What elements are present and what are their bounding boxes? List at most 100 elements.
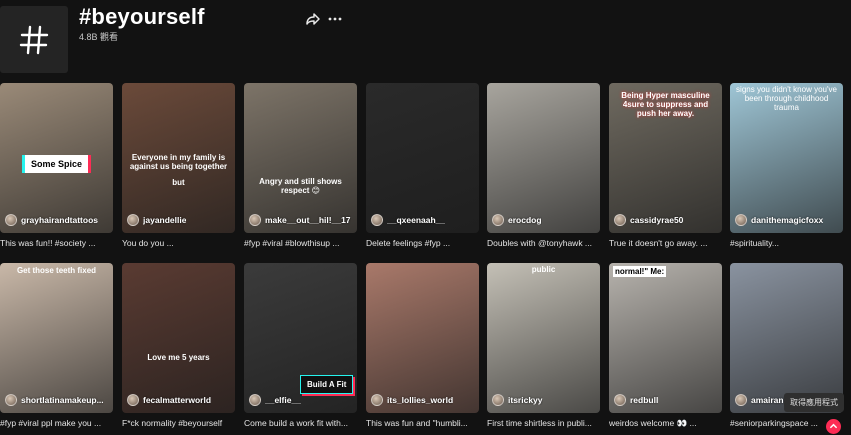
view-count: 4.8B 觀看 <box>79 32 119 42</box>
author-username: shortlatinamakeup... <box>21 395 104 405</box>
author-username: danithemagicfoxx <box>751 215 824 225</box>
avatar <box>5 214 17 226</box>
video-card[interactable]: erocdog Doubles with @tonyhawk ... <box>487 83 600 248</box>
author-username: __elfie__ <box>265 395 301 405</box>
thumbnail-image <box>366 263 479 413</box>
video-caption[interactable]: #fyp #viral ppl make you ... <box>0 418 113 428</box>
video-card[interactable]: Love me 5 years fecalmatterworld F*ck norm… <box>122 263 235 428</box>
video-overlay-text: normal!" Me: <box>613 266 667 278</box>
avatar <box>249 394 261 406</box>
share-arrow-icon[interactable] <box>304 10 322 28</box>
video-overlay-text: Some Spice <box>22 155 92 173</box>
avatar <box>735 394 747 406</box>
video-overlay-text: Love me 5 years <box>147 353 210 362</box>
author-username: fecalmatterworld <box>143 395 212 405</box>
video-thumbnail[interactable]: __qxeenaah__ <box>366 83 479 233</box>
video-caption[interactable]: #fyp #viral #blowthisup ... <box>244 238 357 248</box>
video-overlay-text: Build A Fit <box>300 375 354 394</box>
video-thumbnail[interactable]: normal!" Me: redbull <box>609 263 722 413</box>
video-overlay-text: Everyone in my family is against us bein… <box>129 153 228 172</box>
video-author[interactable]: shortlatinamakeup... <box>5 394 108 406</box>
video-thumbnail[interactable]: amairani <box>730 263 843 413</box>
video-thumbnail[interactable]: Being Hyper masculine 4sure to suppress … <box>609 83 722 233</box>
video-caption[interactable]: Come build a work fit with... <box>244 418 357 428</box>
avatar <box>371 214 383 226</box>
ellipsis-icon[interactable] <box>326 10 344 28</box>
video-author[interactable]: make__out__hil!__17 <box>249 214 352 226</box>
author-username: itsrickyy <box>508 395 543 405</box>
video-card[interactable]: Everyone in my family is against us bein… <box>122 83 235 248</box>
video-author[interactable]: danithemagicfoxx <box>735 214 838 226</box>
video-card[interactable]: its_lollies_world This was fun and "humbl… <box>366 263 479 428</box>
video-card[interactable]: signs you didn't know you've been throug… <box>730 83 843 248</box>
video-author[interactable]: fecalmatterworld <box>127 394 230 406</box>
video-card[interactable]: Build A Fit __elfie__ Come build a work fi… <box>244 263 357 428</box>
thumbnail-image <box>487 263 600 413</box>
author-username: make__out__hil!__17 <box>265 215 351 225</box>
avatar <box>127 214 139 226</box>
video-author[interactable]: erocdog <box>492 214 595 226</box>
video-card[interactable]: Angry and still shows respect 😊 make__out… <box>244 83 357 248</box>
author-username: amairani <box>751 395 786 405</box>
author-username: its_lollies_world <box>387 395 454 405</box>
video-author[interactable]: itsrickyy <box>492 394 595 406</box>
video-card[interactable]: public itsrickyy First time shirtless in p… <box>487 263 600 428</box>
author-username: redbull <box>630 395 659 405</box>
author-username: erocdog <box>508 215 542 225</box>
video-caption[interactable]: First time shirtless in publi... <box>487 418 600 428</box>
video-caption[interactable]: True it doesn't go away. ... <box>609 238 722 248</box>
video-card[interactable]: __qxeenaah__ Delete feelings #fyp ... <box>366 83 479 248</box>
video-thumbnail[interactable]: erocdog <box>487 83 600 233</box>
video-thumbnail[interactable]: public itsrickyy <box>487 263 600 413</box>
video-author[interactable]: cassidyrae50 <box>614 214 717 226</box>
video-card[interactable]: normal!" Me: redbull weirdos welcome 👀 ... <box>609 263 722 429</box>
video-author[interactable]: __elfie__ <box>249 394 352 406</box>
video-author[interactable]: jayandellie <box>127 214 230 226</box>
page-title: #beyourself <box>79 4 205 29</box>
scroll-top-button[interactable] <box>826 419 841 434</box>
hashtag-header: #beyourself 4.8B 觀看 <box>0 0 851 80</box>
video-caption[interactable]: F*ck normality #beyourself <box>122 418 235 428</box>
avatar <box>735 214 747 226</box>
avatar <box>127 394 139 406</box>
avatar <box>614 214 626 226</box>
video-overlay-text: Being Hyper masculine 4sure to suppress … <box>621 91 710 119</box>
video-thumbnail[interactable]: Love me 5 years fecalmatterworld <box>122 263 235 413</box>
video-card[interactable]: Get those teeth fixed shortlatinamakeup..… <box>0 263 113 428</box>
video-caption[interactable]: weirdos welcome 👀 ... <box>609 418 722 429</box>
thumbnail-image <box>122 263 235 413</box>
avatar <box>614 394 626 406</box>
avatar <box>492 214 504 226</box>
video-author[interactable]: grayhairandtattoos <box>5 214 108 226</box>
video-thumbnail[interactable]: Some Spice grayhairandtattoos <box>0 83 113 233</box>
video-caption[interactable]: Doubles with @tonyhawk ... <box>487 238 600 248</box>
author-username: __qxeenaah__ <box>387 215 446 225</box>
video-overlay-text: Angry and still shows respect 😊 <box>259 177 342 196</box>
thumbnail-image <box>0 263 113 413</box>
video-caption[interactable]: This was fun!! #society ... <box>0 238 113 248</box>
video-author[interactable]: __qxeenaah__ <box>371 214 474 226</box>
author-username: jayandellie <box>143 215 187 225</box>
video-author[interactable]: its_lollies_world <box>371 394 474 406</box>
video-card[interactable]: Some Spice grayhairandtattoos This was fun… <box>0 83 113 248</box>
get-app-button[interactable]: 取得應用程式 <box>784 393 844 412</box>
avatar <box>371 394 383 406</box>
video-caption[interactable]: This was fun and "humbli... <box>366 418 479 428</box>
video-overlay-text: but <box>172 178 185 187</box>
thumbnail-image <box>730 263 843 413</box>
video-thumbnail[interactable]: Everyone in my family is against us bein… <box>122 83 235 233</box>
video-thumbnail[interactable]: Get those teeth fixed shortlatinamakeup..… <box>0 263 113 413</box>
video-overlay-text: public <box>531 265 556 274</box>
video-thumbnail[interactable]: its_lollies_world <box>366 263 479 413</box>
video-thumbnail[interactable]: signs you didn't know you've been throug… <box>730 83 843 233</box>
video-caption[interactable]: Delete feelings #fyp ... <box>366 238 479 248</box>
video-caption[interactable]: You do you ... <box>122 238 235 248</box>
video-thumbnail[interactable]: Angry and still shows respect 😊 make__out… <box>244 83 357 233</box>
video-caption[interactable]: #spirituality... <box>730 238 843 248</box>
video-thumbnail[interactable]: Build A Fit __elfie__ <box>244 263 357 413</box>
video-author[interactable]: redbull <box>614 394 717 406</box>
thumbnail-image <box>244 83 357 233</box>
video-overlay-text: signs you didn't know you've been throug… <box>736 85 837 113</box>
author-username: grayhairandtattoos <box>21 215 98 225</box>
video-card[interactable]: Being Hyper masculine 4sure to suppress … <box>609 83 722 248</box>
